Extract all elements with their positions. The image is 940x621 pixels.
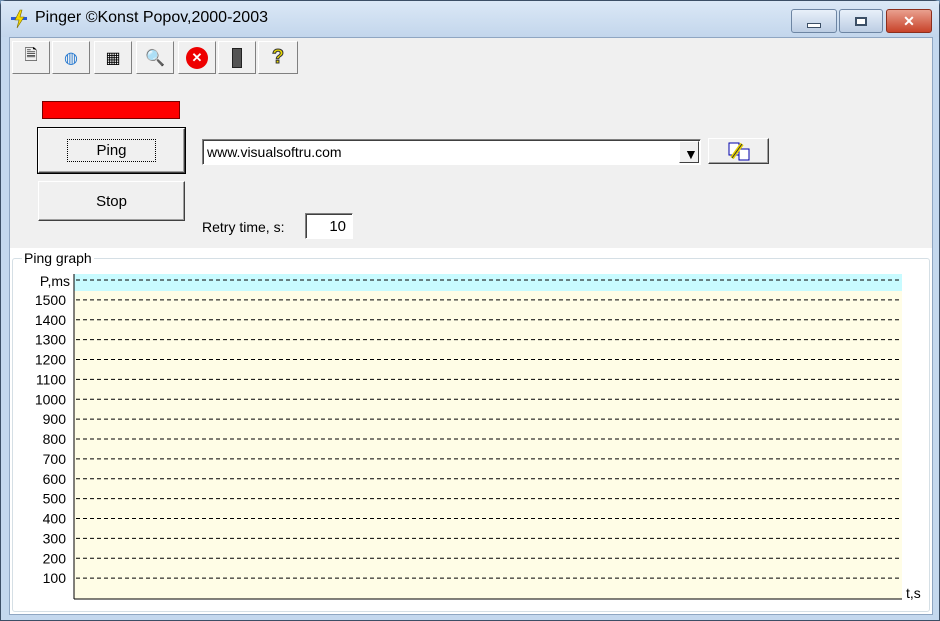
y-tick-label: 800 [43, 431, 67, 447]
close-icon: ✕ [903, 12, 915, 29]
y-tick-label: 700 [43, 451, 67, 467]
plot-background [74, 274, 902, 599]
y-tick-label: 1500 [35, 292, 66, 308]
app-window: Pinger ©Konst Popov,2000-2003 ✕ 🗎 ◍ ▦ 🔍 … [0, 0, 940, 621]
y-axis-label: P,ms [40, 273, 70, 289]
y-tick-label: 1300 [35, 332, 66, 348]
chevron-down-icon: ▼ [684, 146, 698, 162]
retry-time-label: Retry time, s: [202, 219, 285, 235]
retry-time-input[interactable]: 10 [305, 213, 353, 239]
x-axis-label: t,s [906, 585, 921, 601]
ping-button[interactable]: Ping [37, 127, 186, 174]
toolbar-log-button[interactable]: ▦ [94, 41, 132, 74]
ping-button-label: Ping [67, 139, 156, 162]
stop-button[interactable]: Stop [38, 181, 185, 221]
y-tick-label: 1100 [36, 371, 66, 387]
y-tick-label: 100 [43, 570, 67, 586]
toolbar-network-button[interactable]: ◍ [52, 41, 90, 74]
toolbar-server-button[interactable] [218, 41, 256, 74]
stop-red-icon: ✕ [186, 46, 208, 69]
app-icon [11, 9, 27, 29]
maximize-icon [855, 16, 867, 26]
network-search-icon: ◍ [64, 49, 78, 67]
stop-button-label: Stop [96, 192, 127, 210]
y-tick-label: 1000 [35, 391, 66, 407]
y-tick-label: 900 [43, 411, 67, 427]
y-tick-label: 200 [43, 550, 67, 566]
edit-hosts-button[interactable] [708, 138, 769, 164]
y-tick-label: 400 [43, 511, 67, 527]
y-tick-label: 500 [43, 491, 67, 507]
window-title: Pinger ©Konst Popov,2000-2003 [35, 9, 268, 26]
title-bar[interactable]: Pinger ©Konst Popov,2000-2003 ✕ [1, 1, 939, 37]
log-table-icon: ▦ [105, 49, 121, 67]
server-icon [232, 47, 242, 68]
minimize-icon [807, 22, 821, 28]
toolbar-help-button[interactable]: ? [258, 41, 298, 74]
maximize-button[interactable] [839, 9, 883, 33]
status-indicator-bar [42, 101, 180, 119]
edit-list-icon [728, 142, 749, 161]
y-tick-label: 1200 [35, 352, 66, 368]
properties-icon: 🗎 [24, 47, 38, 64]
help-icon: ? [271, 46, 285, 69]
toolbar-stop-button[interactable]: ✕ [178, 41, 216, 74]
find-icon: 🔍 [145, 49, 165, 67]
ping-graph-group: Ping graph 100 200 300 400 500 600 700 800 900 10… [10, 248, 932, 614]
ping-chart: 100 200 300 400 500 600 700 800 900 1000 1100 1200 1… [35, 273, 921, 601]
plot-top-band [74, 274, 902, 291]
host-dropdown-button[interactable]: ▼ [679, 141, 699, 163]
y-tick-label: 300 [43, 530, 67, 546]
minimize-button[interactable] [791, 9, 837, 33]
client-area: 🗎 ◍ ▦ 🔍 ✕ ? Ping Stop www.visualsoftru.c… [9, 37, 933, 615]
y-tick-label: 1400 [35, 312, 66, 328]
y-tick-label: 600 [43, 471, 67, 487]
host-combobox[interactable]: www.visualsoftru.com ▼ [202, 139, 701, 165]
host-value: www.visualsoftru.com [207, 144, 342, 160]
toolbar-find-button[interactable]: 🔍 [136, 41, 174, 74]
close-button[interactable]: ✕ [886, 9, 932, 33]
toolbar-properties-button[interactable]: 🗎 [12, 41, 50, 74]
